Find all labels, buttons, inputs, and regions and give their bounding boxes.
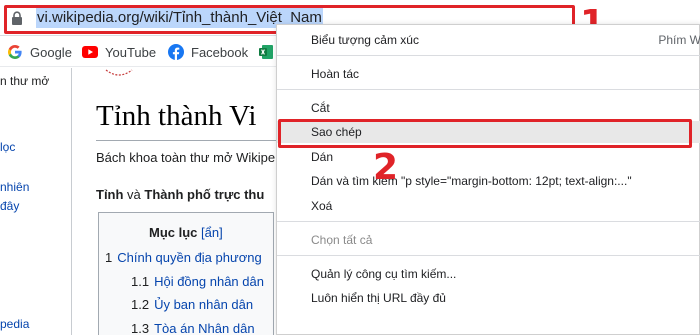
bookmark-label-google: Google bbox=[30, 44, 72, 60]
toc-item-link[interactable]: Ủy ban nhân dân bbox=[154, 297, 253, 312]
bookmark-label-youtube: YouTube bbox=[105, 44, 157, 60]
toc-item-number: 1.3 bbox=[131, 321, 150, 335]
sidebar-link[interactable]: lọc bbox=[0, 140, 15, 154]
toc-title: Mục lục [ẩn] bbox=[149, 225, 223, 240]
menu-item-cut[interactable]: Cắt bbox=[277, 97, 700, 119]
menu-item-manage-search-engines-label: Quản lý công cụ tìm kiếm... bbox=[311, 267, 457, 281]
menu-item-paste-and-search[interactable]: Dán và tìm kiếm "p style="margin-bottom:… bbox=[277, 170, 700, 192]
toc-item[interactable]: 1 Chính quyền địa phương bbox=[105, 250, 262, 265]
bookmark-google[interactable]: Google bbox=[7, 37, 72, 67]
menu-item-delete[interactable]: Xoá bbox=[277, 195, 700, 217]
title-divider bbox=[96, 140, 276, 141]
toc-item[interactable]: 1.1 Hội đồng nhân dân bbox=[131, 274, 264, 289]
toc-item-link[interactable]: Hội đồng nhân dân bbox=[154, 274, 264, 289]
menu-separator bbox=[277, 221, 700, 222]
menu-item-paste[interactable]: Dán bbox=[277, 146, 700, 168]
youtube-icon bbox=[82, 44, 98, 60]
menu-separator bbox=[277, 255, 700, 256]
menu-separator bbox=[277, 89, 700, 90]
page-subtitle: Bách khoa toàn thư mở Wikipe bbox=[96, 150, 276, 165]
facebook-icon bbox=[168, 44, 184, 60]
wikipedia-logo-fragment bbox=[105, 69, 133, 76]
lead-bold-text: Thành phố trực thu bbox=[144, 187, 265, 202]
step2-highlight-box bbox=[278, 119, 692, 148]
table-of-contents: Mục lục [ẩn] 1 Chính quyền địa phương 1.1… bbox=[98, 212, 274, 335]
lead-bold-text: Tỉnh bbox=[96, 187, 124, 202]
page-title: Tỉnh thành Vi bbox=[96, 100, 257, 132]
sidebar-link[interactable]: nhiên bbox=[0, 180, 29, 194]
bookmark-youtube[interactable]: YouTube bbox=[82, 37, 156, 67]
sidebar-text: n thư mở bbox=[0, 74, 50, 88]
menu-item-manage-search-engines[interactable]: Quản lý công cụ tìm kiếm... bbox=[277, 263, 700, 285]
menu-item-delete-label: Xoá bbox=[311, 199, 333, 213]
bookmark-label-facebook: Facebook bbox=[191, 44, 249, 60]
bookmark-facebook[interactable]: Facebook bbox=[168, 37, 248, 67]
menu-item-undo[interactable]: Hoàn tác bbox=[277, 63, 700, 85]
toc-item-number: 1.2 bbox=[131, 297, 150, 312]
sidebar-link[interactable]: pedia bbox=[0, 317, 29, 331]
sidebar-link[interactable]: đây bbox=[0, 199, 19, 213]
menu-item-emoji-shortcut: Phím W bbox=[658, 33, 700, 47]
left-sidebar: n thư mở lọc nhiên đây pedia bbox=[0, 68, 72, 335]
menu-item-emoji-label: Biểu tượng cảm xúc bbox=[311, 33, 419, 47]
menu-item-emoji[interactable]: Biểu tượng cảm xúc Phím W bbox=[277, 29, 700, 51]
google-icon bbox=[7, 44, 23, 60]
toc-item-number: 1.1 bbox=[131, 274, 150, 289]
menu-item-select-all[interactable]: Chọn tất cả bbox=[277, 229, 700, 251]
lead-text: và bbox=[123, 187, 145, 202]
toc-item-number: 1 bbox=[105, 250, 113, 265]
menu-item-paste-label: Dán bbox=[311, 150, 334, 164]
excel-icon bbox=[258, 44, 274, 60]
menu-item-always-show-full-url-label: Luôn hiển thị URL đầy đủ bbox=[311, 291, 446, 305]
menu-separator bbox=[277, 55, 700, 56]
toc-item-link[interactable]: Chính quyền địa phương bbox=[117, 250, 261, 265]
toc-item[interactable]: 1.2 Ủy ban nhân dân bbox=[131, 297, 253, 312]
menu-item-always-show-full-url[interactable]: Luôn hiển thị URL đầy đủ bbox=[277, 287, 700, 309]
step2-label: 2 bbox=[373, 147, 399, 188]
lead-paragraph: Tỉnh và Thành phố trực thu bbox=[96, 187, 264, 202]
toc-item[interactable]: 1.3 Tòa án Nhân dân bbox=[131, 321, 255, 335]
toc-heading: Mục lục bbox=[149, 225, 198, 240]
menu-item-cut-label: Cắt bbox=[311, 101, 330, 115]
menu-item-paste-and-search-label: Dán và tìm kiếm "p style="margin-bottom:… bbox=[311, 174, 632, 188]
menu-item-select-all-label: Chọn tất cả bbox=[311, 233, 373, 247]
context-menu: Biểu tượng cảm xúc Phím W Hoàn tác Cắt S… bbox=[276, 24, 700, 335]
menu-item-undo-label: Hoàn tác bbox=[311, 67, 360, 81]
toc-item-link[interactable]: Tòa án Nhân dân bbox=[154, 321, 254, 335]
toc-toggle-link[interactable]: [ẩn] bbox=[201, 225, 223, 240]
